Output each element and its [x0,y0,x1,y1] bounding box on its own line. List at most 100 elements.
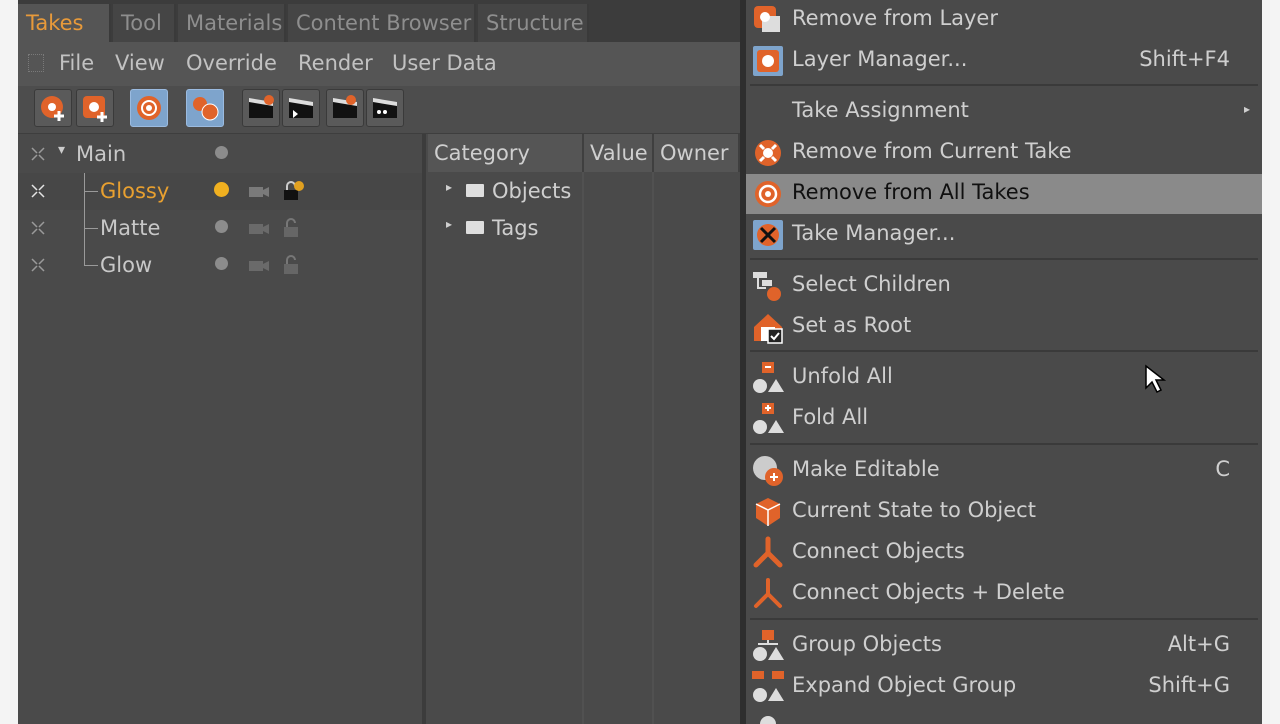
menu-render[interactable]: Render [298,51,373,75]
render-all-takes-button[interactable] [282,89,320,127]
take-active-indicator[interactable] [215,220,228,233]
take-name: Main [76,142,127,166]
clapper-icon [249,95,274,118]
render-marked-button[interactable] [326,89,364,127]
menu-item-label: Fold All [792,405,869,429]
connect-delete-icon [754,578,782,608]
take-manager-icon [753,220,783,250]
menu-item-remove-from-layer[interactable]: Remove from Layer [746,0,1262,40]
menu-item-select-children[interactable]: Select Children [746,266,1262,306]
menu-item-take-manager[interactable]: Take Manager... [746,215,1262,255]
tab-tool[interactable]: Tool [113,4,176,42]
tab-structure[interactable]: Structure [478,4,589,42]
current-state-icon [755,498,781,526]
menu-item-partial-next[interactable] [746,708,1262,724]
add-take-child-icon [83,96,107,122]
panel-divider[interactable] [422,134,426,724]
tab-content-browser[interactable]: Content Browser [288,4,476,42]
menu-item-label: Make Editable [792,457,940,481]
expand-arrow-icon[interactable]: ▸ [446,217,452,231]
render-take-button[interactable] [242,89,280,127]
camera-icon[interactable] [248,220,270,236]
menu-item-expand-object-group[interactable]: Expand Object Group Shift+G [746,667,1262,707]
tab-materials[interactable]: Materials [178,4,286,42]
column-divider [652,172,654,724]
menu-item-fold-all[interactable]: Fold All [746,399,1262,439]
expand-arrow-icon[interactable]: ▸ [446,180,452,194]
render-queue-button[interactable] [366,89,404,127]
set-root-icon [754,314,783,344]
fold-all-icon [753,403,784,434]
tab-takes[interactable]: Takes [18,4,111,42]
menu-item-shortcut: Alt+G [1167,632,1230,656]
toolbar [18,86,740,134]
lock-icon[interactable] [282,254,304,276]
menu-item-label: Select Children [792,272,951,296]
remove-all-takes-icon [755,181,781,207]
override-group-icon [193,97,219,121]
menu-item-label: Layer Manager... [792,47,968,71]
add-child-take-button[interactable] [76,89,114,127]
take-check-icon[interactable] [214,182,229,197]
menu-separator [750,84,1258,86]
take-name: Matte [100,216,161,240]
menu-item-label: Set as Root [792,313,912,337]
auto-take-icon [137,96,161,120]
take-expand-icon[interactable] [30,257,46,273]
menu-item-current-state-to-object[interactable]: Current State to Object [746,492,1262,532]
take-row-glossy[interactable]: Glossy [18,173,422,210]
menu-item-make-editable[interactable]: Make Editable C [746,451,1262,491]
camera-icon[interactable] [248,183,270,199]
menu-item-shortcut: C [1215,457,1230,481]
fold-arrow-icon[interactable]: ▾ [58,142,65,158]
lock-icon[interactable] [282,217,304,239]
auto-take-button[interactable] [130,89,168,127]
take-row-main[interactable]: ▾ Main [18,136,422,173]
menu-file[interactable]: File [59,51,94,75]
column-header-value[interactable]: Value [584,134,654,172]
menu-item-remove-from-current-take[interactable]: Remove from Current Take [746,133,1262,173]
menu-item-connect-objects-delete[interactable]: Connect Objects + Delete [746,574,1262,614]
menu-item-label: Unfold All [792,364,893,388]
menu-item-layer-manager[interactable]: Layer Manager... Shift+F4 [746,41,1262,81]
menu-item-label: Remove from Layer [792,6,998,30]
menu-item-label: Connect Objects [792,539,965,563]
take-active-indicator[interactable] [215,146,228,159]
take-expand-icon[interactable] [30,220,46,236]
menu-view[interactable]: View [115,51,165,75]
take-active-indicator[interactable] [215,257,228,270]
menu-user-data[interactable]: User Data [392,51,497,75]
menu-item-connect-objects[interactable]: Connect Objects [746,533,1262,573]
menu-item-take-assignment[interactable]: Take Assignment ▸ [746,92,1262,132]
column-header-category[interactable]: Category [428,134,584,172]
menu-item-group-objects[interactable]: Group Objects Alt+G [746,626,1262,666]
add-take-button[interactable] [34,89,72,127]
menu-item-label: Take Manager... [792,221,956,245]
take-expand-icon[interactable] [30,183,46,199]
clapper-icon [289,98,313,118]
tree-line [84,191,98,192]
take-expand-icon[interactable] [30,146,46,162]
menu-item-unfold-all[interactable]: Unfold All [746,358,1262,398]
menu-override[interactable]: Override [186,51,277,75]
menu-item-remove-from-all-takes[interactable]: Remove from All Takes [746,174,1262,394]
clapper-icon [333,95,357,118]
takes-panel: Takes Tool Materials Content Browser Str… [18,0,740,724]
group-objects-icon [753,630,784,661]
take-row-matte[interactable]: Matte [18,210,422,247]
panel-grip-icon[interactable] [28,54,44,72]
menu-item-label: Group Objects [792,632,942,656]
context-menu: Remove from Layer Layer Manager... Shift… [740,0,1262,724]
unfold-all-icon [753,362,784,393]
take-name: Glossy [100,179,170,203]
menu-separator [750,443,1258,445]
column-header-owner[interactable]: Owner [654,134,740,172]
take-row-glow[interactable]: Glow [18,247,422,284]
prop-item-label: Tags [492,216,539,240]
lock-icon[interactable] [282,180,304,202]
override-group-button[interactable] [186,89,224,127]
menu-separator [750,618,1258,620]
folder-icon [466,184,484,197]
menu-item-set-as-root[interactable]: Set as Root [746,307,1262,347]
camera-icon[interactable] [248,257,270,273]
